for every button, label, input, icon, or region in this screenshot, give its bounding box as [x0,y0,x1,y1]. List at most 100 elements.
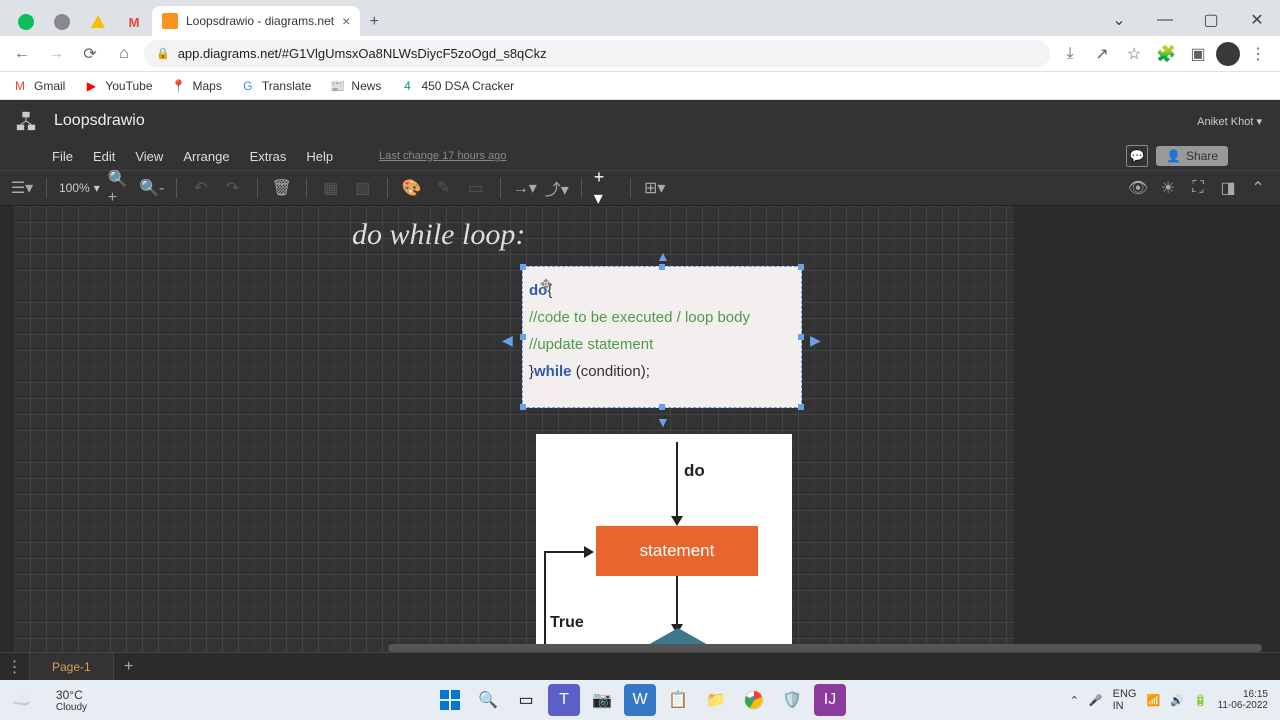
browser-tab[interactable]: Loopsdrawio - diagrams.net × [152,6,360,36]
search-taskbar-icon[interactable]: 🔍 [472,684,504,716]
chrome-icon[interactable] [738,684,770,716]
user-name[interactable]: Aniket Khot ▾ [1197,115,1262,128]
mic-icon[interactable]: 🎤 [1089,694,1103,707]
bookmark-item[interactable]: 📰News [329,78,381,94]
wifi-icon[interactable]: 📶 [1146,694,1160,707]
extensions-icon[interactable]: 🧩 [1152,40,1180,68]
close-window-button[interactable]: ✕ [1234,4,1280,36]
new-tab-button[interactable]: + [360,8,388,36]
visibility-icon[interactable]: 👁 [1126,176,1150,200]
volume-icon[interactable]: 🔊 [1170,694,1184,707]
reload-button[interactable]: ⟳ [76,40,104,68]
profile-avatar[interactable] [1216,42,1240,66]
to-back-icon[interactable]: ▨ [351,176,375,200]
taskbar-app-3[interactable]: W [624,684,656,716]
minimize-button[interactable]: — [1142,4,1188,36]
taskbar-app-5[interactable]: 🛡️ [776,684,808,716]
language-indicator[interactable]: ENGIN [1113,688,1137,712]
document-title[interactable]: Loopsdrawio [54,112,145,130]
add-page-button[interactable]: + [114,653,144,680]
menu-view[interactable]: View [135,149,163,164]
last-change-link[interactable]: Last change 17 hours ago [379,150,506,162]
flowchart-shape[interactable]: do statement True condition [536,434,792,652]
menu-help[interactable]: Help [306,149,333,164]
fullscreen-icon[interactable]: ⛶ [1186,176,1210,200]
sidebar-toggle[interactable]: ☰▾ [10,176,34,200]
horizontal-scrollbar[interactable] [388,644,1262,652]
waypoint-icon[interactable]: ⤴▾ [545,176,569,200]
format-panel-icon[interactable]: ◨ [1216,176,1240,200]
direction-arrow-w[interactable]: ◀ [502,332,513,349]
star-icon[interactable]: ☆ [1120,40,1148,68]
resize-handle[interactable] [520,404,526,410]
bookmark-item[interactable]: 📍Maps [171,78,222,94]
insert-icon[interactable]: + ▾ [594,176,618,200]
menu-file[interactable]: File [52,149,73,164]
tray-chevron-icon[interactable]: ⌃ [1070,694,1079,707]
resize-handle[interactable] [520,334,526,340]
pages-menu-button[interactable]: ⋮ [0,653,30,680]
back-button[interactable]: ← [8,40,36,68]
taskbar-app-6[interactable]: IJ [814,684,846,716]
clock[interactable]: 16:15 11-06-2022 [1218,689,1268,711]
connection-icon[interactable]: →▾ [513,176,537,200]
direction-arrow-s[interactable]: ▼ [656,414,670,430]
undo-button[interactable]: ↶ [189,176,213,200]
bookmark-item[interactable]: MGmail [12,78,65,94]
home-button[interactable]: ⌂ [110,40,138,68]
resize-handle[interactable] [659,264,665,270]
menu-arrange[interactable]: Arrange [183,149,229,164]
diagram-title[interactable]: do while loop: [352,218,525,252]
direction-arrow-e[interactable]: ▶ [810,332,821,349]
bookmark-item[interactable]: ▶YouTube [83,78,152,94]
app-icon-4[interactable]: M [120,8,148,36]
sidepanel-icon[interactable]: ▣ [1184,40,1212,68]
taskbar-app-1[interactable]: T [548,684,580,716]
app-icon-1[interactable] [12,8,40,36]
file-explorer-icon[interactable]: 📁 [700,684,732,716]
theme-icon[interactable]: ☀ [1156,176,1180,200]
canvas[interactable]: do while loop: do{//code to be executed … [0,206,1280,652]
resize-handle[interactable] [798,334,804,340]
menu-icon[interactable]: ⋮ [1244,40,1272,68]
redo-button[interactable]: ↷ [221,176,245,200]
drawio-logo[interactable] [12,107,40,135]
taskbar-app-2[interactable]: 📷 [586,684,618,716]
maximize-button[interactable]: ▢ [1188,4,1234,36]
start-button[interactable] [434,684,466,716]
delete-button[interactable]: 🗑 [270,176,294,200]
menu-extras[interactable]: Extras [250,149,287,164]
battery-icon[interactable]: 🔋 [1194,694,1208,707]
collapse-icon[interactable]: ⌃ [1246,176,1270,200]
fill-color-icon[interactable]: 🎨 [400,176,424,200]
install-icon[interactable]: ⤓ [1056,40,1084,68]
weather-widget[interactable]: 30°C Cloudy [56,688,87,713]
zoom-out-icon[interactable]: 🔍- [140,176,164,200]
address-bar[interactable]: 🔒 app.diagrams.net/#G1VlgUmsxOa8NLWsDiyc… [144,40,1050,68]
bookmark-item[interactable]: 4450 DSA Cracker [399,78,514,94]
app-icon-3[interactable] [84,8,112,36]
tab-close-icon[interactable]: × [342,13,350,29]
code-box-shape[interactable]: do{//code to be executed / loop body//up… [522,266,802,408]
share-button[interactable]: 👤 Share [1156,146,1228,166]
to-front-icon[interactable]: ▦ [319,176,343,200]
shadow-icon[interactable]: ▭ [464,176,488,200]
menu-edit[interactable]: Edit [93,149,115,164]
forward-button[interactable]: → [42,40,70,68]
task-view-icon[interactable]: ▭ [510,684,542,716]
page-tab[interactable]: Page-1 [30,653,114,680]
resize-handle[interactable] [798,404,804,410]
zoom-in-icon[interactable]: 🔍+ [108,176,132,200]
taskbar-app-4[interactable]: 📋 [662,684,694,716]
chevron-down-icon[interactable]: ⌄ [1096,4,1142,36]
share-page-icon[interactable]: ↗ [1088,40,1116,68]
direction-arrow-n[interactable]: ▲ [656,248,670,264]
zoom-select[interactable]: 100% ▾ [59,181,100,195]
app-icon-2[interactable] [48,8,76,36]
weather-icon[interactable]: ☁️ [12,690,32,710]
resize-handle[interactable] [659,404,665,410]
table-icon[interactable]: ⊞▾ [643,176,667,200]
bookmark-item[interactable]: GTranslate [240,78,312,94]
resize-handle[interactable] [520,264,526,270]
resize-handle[interactable] [798,264,804,270]
